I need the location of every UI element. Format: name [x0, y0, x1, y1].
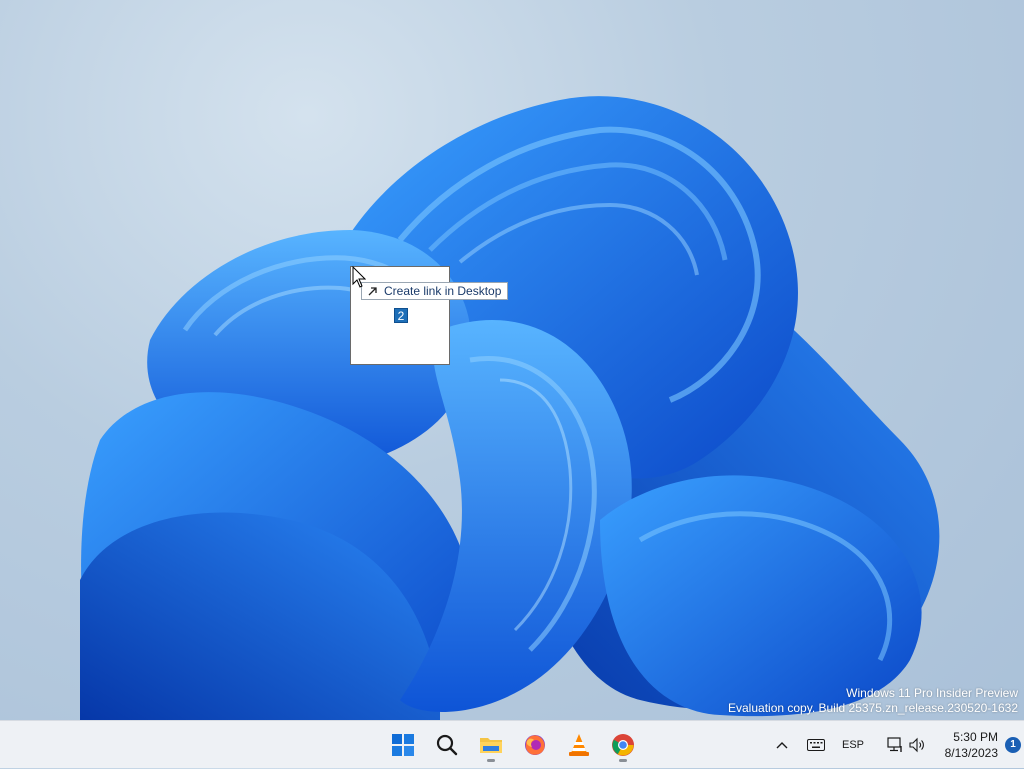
link-arrow-icon	[367, 285, 379, 297]
file-explorer-button[interactable]	[472, 725, 510, 765]
input-language-indicator[interactable]: ESP	[836, 721, 870, 769]
firefox-button[interactable]	[516, 725, 554, 765]
clock-date: 8/13/2023	[944, 746, 998, 760]
drag-item-count-badge: 2	[394, 308, 408, 323]
vlc-button[interactable]	[560, 725, 598, 765]
chrome-icon	[612, 734, 634, 756]
clock-time: 5:30 PM	[953, 730, 998, 744]
drag-drop-tooltip: Create link in Desktop	[361, 282, 509, 300]
system-tray: ESP 5:30 PM 8/13/2023 1	[744, 721, 1024, 769]
desktop[interactable]: Windows 11 Pro Insider Preview Evaluatio…	[0, 0, 1024, 720]
watermark-line-build: Evaluation copy. Build 25375.zn_release.…	[728, 701, 1018, 715]
notification-center-button[interactable]: 1	[1002, 721, 1024, 769]
clock-button[interactable]: 5:30 PM 8/13/2023	[938, 721, 998, 769]
network-icon	[887, 737, 902, 752]
search-button[interactable]	[428, 725, 466, 765]
chevron-up-icon	[776, 742, 788, 749]
vlc-icon	[569, 734, 589, 756]
network-volume-button[interactable]	[878, 721, 934, 769]
drag-tooltip-label: Create link in Desktop	[384, 284, 502, 298]
keyboard-icon	[807, 739, 825, 751]
chrome-button[interactable]	[604, 725, 642, 765]
mouse-pointer-icon	[352, 266, 366, 288]
os-watermark: Windows 11 Pro Insider Preview Evaluatio…	[728, 686, 1018, 716]
windows-logo-icon	[392, 734, 414, 756]
show-hidden-icons-button[interactable]	[772, 721, 792, 769]
running-indicator	[487, 759, 495, 762]
firefox-icon	[525, 735, 545, 755]
folder-icon	[480, 738, 502, 753]
watermark-line-edition: Windows 11 Pro Insider Preview	[846, 686, 1018, 700]
start-button[interactable]	[384, 725, 422, 765]
taskbar: ESP 5:30 PM 8/13/2023 1	[0, 720, 1024, 768]
touch-keyboard-button[interactable]	[802, 721, 830, 769]
notification-count-badge: 1	[1005, 737, 1021, 753]
running-indicator	[619, 759, 627, 762]
volume-icon	[909, 737, 924, 753]
search-icon	[436, 734, 458, 756]
wallpaper-bloom	[80, 96, 940, 720]
